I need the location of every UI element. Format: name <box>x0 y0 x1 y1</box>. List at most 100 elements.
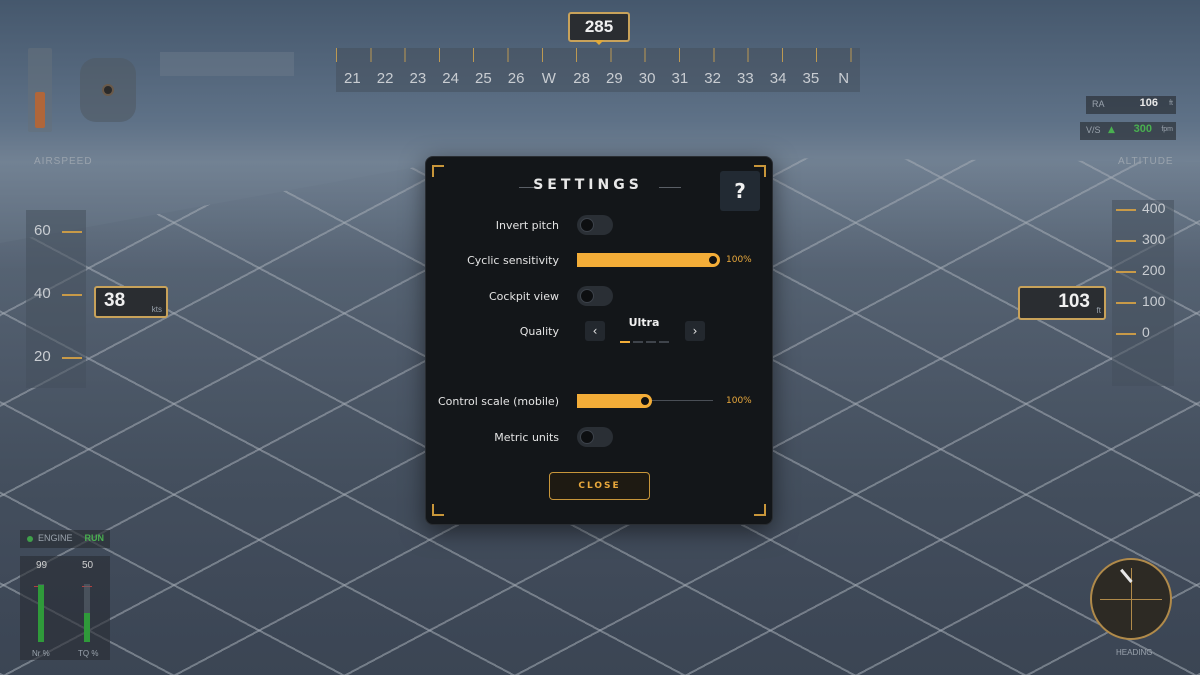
cyclic-sensitivity-label: Cyclic sensitivity <box>467 254 559 267</box>
alt-tape-tick <box>1116 240 1136 242</box>
quality-label: Quality <box>519 325 559 338</box>
compass-label: 33 <box>737 70 754 87</box>
compass-label: 31 <box>671 70 689 87</box>
vs-label: V/S <box>1086 125 1101 135</box>
engine-gauges: 99 50 Nr % TQ % <box>20 556 110 660</box>
control-scale-slider[interactable] <box>577 394 713 408</box>
altitude-unit: ft <box>1096 306 1101 315</box>
alt-tape-tick <box>1116 302 1136 304</box>
compass-label: 34 <box>769 70 787 87</box>
compass-label: N <box>838 70 850 87</box>
slider-thumb[interactable] <box>638 394 652 408</box>
alt-tape-tick <box>1116 209 1136 211</box>
collective-gauge <box>28 48 52 132</box>
cyclic-sensitivity-slider[interactable] <box>577 253 720 267</box>
vs-unit: fpm <box>1161 126 1173 133</box>
compass-dial-vline <box>1131 568 1132 630</box>
alt-tape-label: 100 <box>1142 293 1166 309</box>
attitude-dot-icon <box>102 84 114 96</box>
toggle-knob <box>580 218 594 232</box>
cyclic-sensitivity-value: 100% <box>726 255 752 265</box>
tq-bar <box>84 584 90 642</box>
speed-tape-label: 60 <box>34 222 51 239</box>
frame-corner <box>432 504 444 516</box>
compass-tape: 21 22 23 24 25 26 W 28 29 30 31 32 33 34 35 N <box>336 48 860 92</box>
title-divider <box>659 187 681 188</box>
invert-pitch-toggle[interactable] <box>577 215 613 235</box>
status-bar <box>160 52 294 76</box>
close-button[interactable]: CLOSE <box>549 472 650 500</box>
slider-thumb[interactable] <box>706 253 720 267</box>
compass-label: 25 <box>475 70 492 87</box>
quality-dot <box>633 341 643 343</box>
settings-title: SETTINGS <box>533 177 643 193</box>
alt-tape-tick <box>1116 271 1136 273</box>
altitude-tape: 400 300 200 100 0 <box>1112 200 1174 386</box>
ra-label: RA <box>1092 99 1105 109</box>
alt-tape-label: 200 <box>1142 262 1166 278</box>
airspeed-readout: 38 kts <box>94 286 168 318</box>
alt-tape-label: 300 <box>1142 231 1166 247</box>
compass-label: 32 <box>704 70 721 87</box>
compass-label: W <box>541 70 556 87</box>
invert-pitch-label: Invert pitch <box>495 219 559 232</box>
compass-label: 35 <box>802 70 820 87</box>
frame-corner <box>432 165 444 177</box>
heading-caret-icon <box>594 40 604 45</box>
airspeed-value: 38 <box>104 290 126 311</box>
engine-label: ENGINE <box>38 533 73 543</box>
toggle-knob <box>580 430 594 444</box>
compass-label: 30 <box>638 70 656 87</box>
ra-value: 106 <box>1139 97 1158 109</box>
quality-next-button[interactable]: › <box>685 321 705 341</box>
compass-label: 29 <box>606 70 623 87</box>
cockpit-view-label: Cockpit view <box>488 290 559 303</box>
metric-units-toggle[interactable] <box>577 427 613 447</box>
vertical-speed-box: V/S ▲ 300 fpm <box>1080 122 1176 140</box>
compass-labels: 21 22 23 24 25 26 W 28 29 30 31 32 33 34 35 N <box>336 70 860 87</box>
compass-label: 26 <box>507 70 525 87</box>
control-scale-value: 100% <box>726 396 752 406</box>
compass-dial-label: HEADING <box>1116 648 1153 657</box>
nr-label: Nr % <box>32 649 50 658</box>
cockpit-view-toggle[interactable] <box>577 286 613 306</box>
quality-value: Ultra <box>628 316 660 329</box>
quality-indicator <box>620 341 674 343</box>
frame-corner <box>754 504 766 516</box>
compass-label: 22 <box>376 70 394 87</box>
quality-dot <box>659 341 669 343</box>
compass-ticks <box>336 48 860 62</box>
speed-tape-label: 40 <box>34 285 51 302</box>
alt-tape-label: 400 <box>1142 200 1166 216</box>
compass-label: 24 <box>442 70 459 87</box>
tq-label: TQ % <box>78 649 99 658</box>
quality-dot <box>620 341 630 343</box>
altitude-label: ALTITUDE <box>1118 156 1174 167</box>
altitude-value: 103 <box>1058 291 1090 312</box>
airspeed-tape: 60 40 20 <box>26 210 86 388</box>
slider-fill <box>577 253 713 267</box>
heading-readout: 285 <box>568 12 630 42</box>
nr-value: 99 <box>36 560 48 571</box>
compass-label: 21 <box>344 70 361 87</box>
tq-bar-fill <box>84 613 90 642</box>
toggle-knob <box>580 289 594 303</box>
nr-bar <box>38 584 44 642</box>
quality-dot <box>646 341 656 343</box>
quality-prev-button[interactable]: ‹ <box>585 321 605 341</box>
collective-fill <box>35 92 45 128</box>
help-button[interactable]: ? <box>720 171 760 211</box>
altitude-readout: 103 ft <box>1018 286 1106 320</box>
alt-tape-label: 0 <box>1142 324 1150 340</box>
radar-altitude-box: RA 106 ft <box>1086 96 1176 114</box>
metric-units-label: Metric units <box>494 431 559 444</box>
compass-label: 28 <box>573 70 590 87</box>
nr-bar-fill <box>38 584 44 642</box>
compass-dial <box>1090 558 1172 640</box>
engine-status: ENGINE RUN <box>20 530 110 548</box>
alt-tape-tick <box>1116 333 1136 335</box>
speed-tape-tick <box>62 294 82 296</box>
ra-unit: ft <box>1169 100 1173 107</box>
airspeed-unit: kts <box>151 305 162 314</box>
vs-value: 300 <box>1133 123 1152 135</box>
